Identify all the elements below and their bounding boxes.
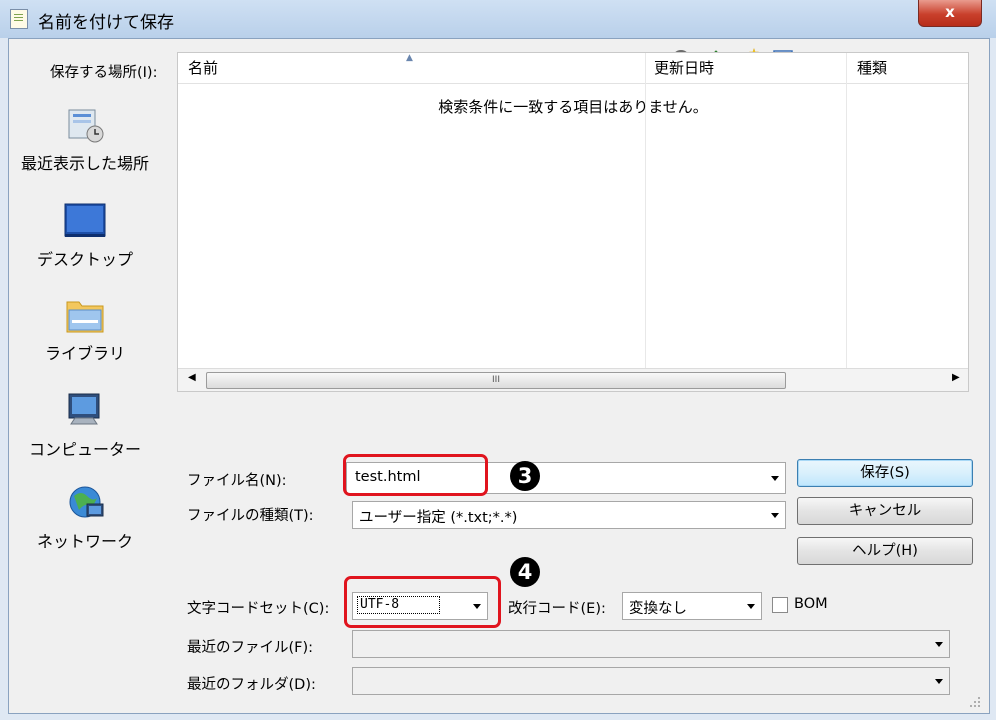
- save-button[interactable]: 保存(S): [797, 459, 973, 487]
- step-marker-3: 3: [510, 461, 540, 491]
- cancel-button[interactable]: キャンセル: [797, 497, 973, 525]
- recent-folders-select[interactable]: [352, 667, 950, 695]
- close-button[interactable]: x: [918, 0, 982, 27]
- newline-label: 改行コード(E):: [508, 601, 606, 617]
- recent-places-icon: [63, 106, 107, 146]
- column-header-name[interactable]: 名前 ▲: [178, 53, 645, 84]
- newline-select[interactable]: 変換なし: [622, 592, 762, 620]
- sidebar-item-computer[interactable]: コンピューター: [0, 392, 170, 460]
- sidebar-item-label: ネットワーク: [36, 532, 133, 551]
- title-bar[interactable]: 名前を付けて保存 x: [0, 0, 996, 38]
- desktop-icon: [63, 202, 107, 242]
- window-title: 名前を付けて保存: [38, 13, 174, 33]
- resize-grip-icon[interactable]: [968, 695, 982, 709]
- empty-list-message: 検索条件に一致する項目はありません。: [438, 98, 708, 116]
- chevron-down-icon: [935, 642, 943, 647]
- step-marker-4: 4: [510, 557, 540, 587]
- sidebar-item-recent-places[interactable]: 最近表示した場所: [0, 106, 170, 174]
- chevron-down-icon[interactable]: [771, 476, 779, 481]
- bom-label[interactable]: BOM: [794, 596, 828, 612]
- recent-folders-label: 最近のフォルダ(D):: [187, 677, 316, 693]
- notepad-icon: [10, 9, 28, 29]
- help-button[interactable]: ヘルプ(H): [797, 537, 973, 565]
- column-header-type[interactable]: 種類: [847, 53, 968, 84]
- filetype-value: ユーザー指定 (*.txt;*.*): [359, 510, 518, 526]
- filetype-select[interactable]: ユーザー指定 (*.txt;*.*): [352, 501, 786, 529]
- newline-value: 変換なし: [629, 601, 687, 617]
- encoding-label: 文字コードセット(C):: [187, 601, 330, 617]
- recent-files-label: 最近のファイル(F):: [187, 640, 314, 656]
- sidebar-item-label: ライブラリ: [44, 344, 125, 363]
- scroll-left-icon[interactable]: ◀: [188, 372, 196, 383]
- sidebar-item-label: 最近表示した場所: [20, 154, 149, 173]
- column-header-label: 種類: [857, 59, 888, 77]
- sidebar-item-label: デスクトップ: [36, 250, 133, 269]
- sidebar-item-network[interactable]: ネットワーク: [0, 484, 170, 552]
- save-in-label: 保存する場所(I):: [50, 65, 158, 81]
- recent-files-select[interactable]: [352, 630, 950, 658]
- column-header-label: 名前: [188, 59, 219, 77]
- libraries-icon: [63, 296, 107, 336]
- highlight-box: [343, 454, 488, 496]
- sidebar-item-label: コンピューター: [28, 440, 141, 459]
- save-as-dialog: 名前を付けて保存 x 保存する場所(I): ch02 最近表示した場所 デスクト…: [0, 0, 996, 720]
- sidebar-item-libraries[interactable]: ライブラリ: [0, 296, 170, 364]
- scroll-thumb[interactable]: III: [206, 372, 786, 389]
- horizontal-scrollbar[interactable]: ◀ III ▶: [178, 368, 968, 391]
- chevron-down-icon: [747, 604, 755, 609]
- bom-checkbox[interactable]: [772, 597, 788, 613]
- sidebar-item-desktop[interactable]: デスクトップ: [0, 202, 170, 270]
- column-header-label: 更新日時: [654, 59, 715, 77]
- column-header-modified[interactable]: 更新日時: [646, 53, 846, 84]
- network-icon: [63, 484, 107, 524]
- sort-ascending-icon: ▲: [406, 53, 413, 63]
- scroll-right-icon[interactable]: ▶: [952, 372, 960, 383]
- filename-label: ファイル名(N):: [187, 473, 287, 489]
- chevron-down-icon: [771, 513, 779, 518]
- filetype-label: ファイルの種類(T):: [187, 508, 314, 524]
- computer-icon: [63, 392, 107, 432]
- chevron-down-icon: [935, 679, 943, 684]
- file-list[interactable]: 名前 ▲ 更新日時 種類 検索条件に一致する項目はありません。 ◀ III ▶: [177, 52, 969, 392]
- highlight-box: [344, 576, 501, 628]
